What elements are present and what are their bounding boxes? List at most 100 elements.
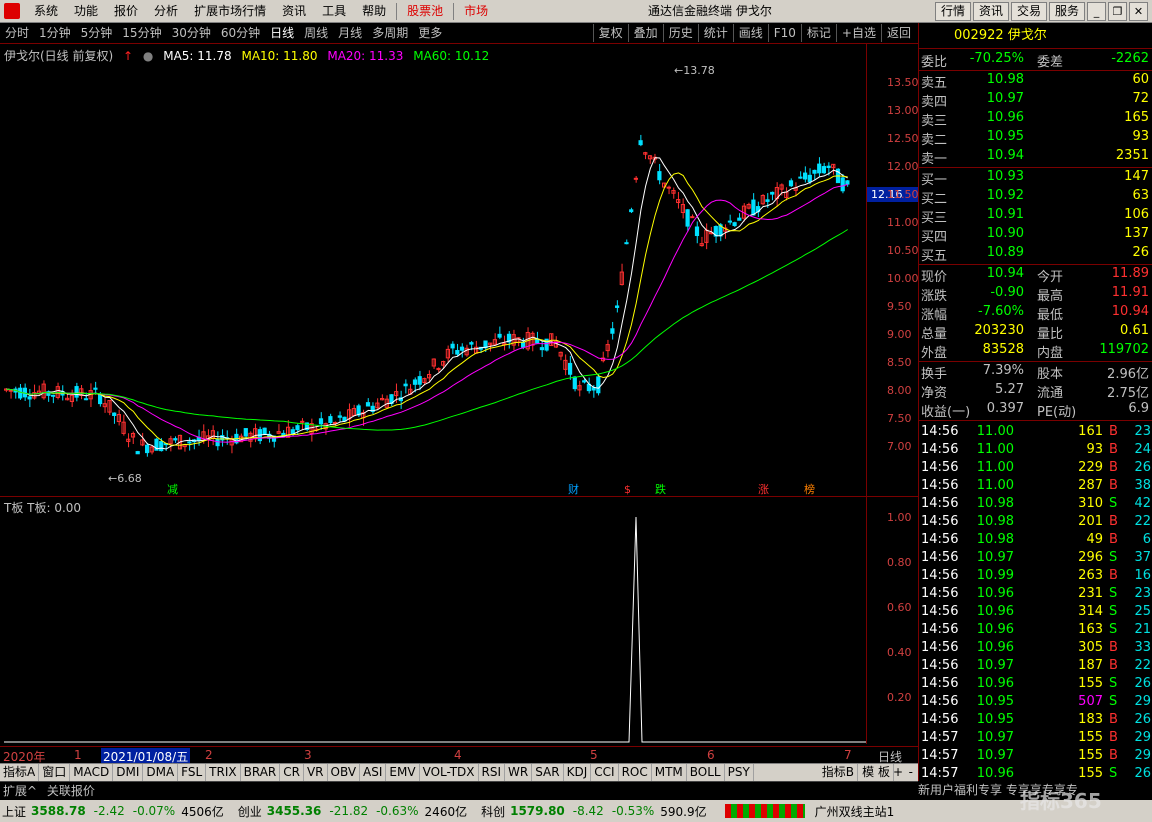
candle-body [821, 166, 826, 174]
indicator-tab[interactable]: ASI [360, 764, 387, 781]
tick-cell: 29 [1134, 694, 1151, 709]
candlestick-chart[interactable]: ←13.78 ←6.68 减 财 $ 跌 涨 榜 [0, 44, 866, 496]
indicator-tab[interactable]: VOL-TDX [420, 764, 479, 781]
period-5min[interactable]: 5分钟 [76, 23, 118, 43]
indicator-tab[interactable]: CCI [591, 764, 619, 781]
price-tick: 13.50 [887, 76, 919, 89]
tool-history[interactable]: 历史 [662, 24, 698, 42]
indicator-tab[interactable]: 窗口 [39, 764, 71, 781]
minimize-icon[interactable]: _ [1087, 2, 1106, 21]
indicator-b-button[interactable]: 指标B [819, 764, 858, 781]
period-60min[interactable]: 60分钟 [216, 23, 265, 43]
tick-cell: 201 [1078, 514, 1103, 529]
quote-cell: 卖四 [921, 95, 948, 110]
cy-index: 3455.36 [266, 804, 322, 818]
related-quote-button[interactable]: 关联报价 [44, 784, 98, 798]
price-tick: 12.50 [887, 132, 919, 145]
dropdown-icon[interactable]: ● [143, 49, 153, 63]
tick-cell: 314 [1078, 604, 1103, 619]
indicator-tab[interactable]: EMV [386, 764, 420, 781]
indicator-tab[interactable]: MTM [652, 764, 687, 781]
btn-news[interactable]: 资讯 [972, 2, 1009, 21]
sub-indicator-chart[interactable] [0, 497, 866, 746]
remove-pane-button[interactable]: - [906, 764, 916, 781]
indicator-tab[interactable]: MACD [70, 764, 114, 781]
tick-cell: 14:56 [921, 496, 959, 511]
period-daily[interactable]: 日线 [265, 23, 299, 43]
indicator-tab[interactable]: SAR [532, 764, 564, 781]
tick-cell: S [1109, 550, 1118, 565]
tool-mark[interactable]: 标记 [800, 24, 836, 42]
tool-f10[interactable]: F10 [767, 24, 801, 42]
quote-cell: 委比 [921, 55, 948, 70]
quote-cell: 137 [1124, 226, 1149, 241]
menu-stock-pool[interactable]: 股票池 [399, 0, 451, 23]
kc-index: 1579.80 [510, 804, 565, 818]
indicator-tab[interactable]: WR [505, 764, 533, 781]
menu-market[interactable]: 市场 [456, 0, 496, 23]
tool-stats[interactable]: 统计 [697, 24, 733, 42]
menu-system[interactable]: 系统 [26, 0, 66, 23]
menu-analysis[interactable]: 分析 [146, 0, 186, 23]
tick-cell: S [1109, 766, 1118, 781]
quote-cell: 10.91 [986, 207, 1024, 222]
add-pane-button[interactable]: + [890, 764, 906, 781]
indicator-tab[interactable]: VR [304, 764, 328, 781]
cy-amount: 2460亿 [424, 804, 468, 819]
indicator-tab[interactable]: BOLL [687, 764, 725, 781]
low-price-label: ←6.68 [108, 472, 142, 485]
expand-button[interactable]: 扩展^ [0, 784, 40, 798]
indicator-tab[interactable]: DMI [113, 764, 144, 781]
period-more[interactable]: 更多 [413, 23, 447, 43]
indicator-tab[interactable]: FSL [178, 764, 207, 781]
menu-ext-market[interactable]: 扩展市场行情 [186, 0, 274, 23]
menu-function[interactable]: 功能 [66, 0, 106, 23]
close-icon[interactable]: ✕ [1129, 2, 1148, 21]
indicator-tab[interactable]: BRAR [241, 764, 281, 781]
menu-quote[interactable]: 报价 [106, 0, 146, 23]
separator [919, 167, 1152, 168]
tool-draw[interactable]: 画线 [732, 24, 768, 42]
quote-cell: 93 [1132, 129, 1149, 144]
menu-tools[interactable]: 工具 [314, 0, 354, 23]
tick-cell: B [1109, 658, 1118, 673]
tool-adjust[interactable]: 复权 [592, 24, 628, 42]
template-button[interactable]: 模 板 [859, 764, 894, 781]
quote-cell: 83528 [982, 342, 1024, 357]
indicator-tab[interactable]: TRIX [206, 764, 241, 781]
server-name[interactable]: 广州双线主站1 [815, 803, 895, 820]
restore-icon[interactable]: ❐ [1108, 2, 1127, 21]
candle-body [629, 209, 634, 213]
candle-body [145, 444, 150, 454]
indicator-tab[interactable]: RSI [479, 764, 506, 781]
period-multi[interactable]: 多周期 [367, 23, 413, 43]
tool-overlay[interactable]: 叠加 [627, 24, 663, 42]
period-tick[interactable]: 分时 [0, 23, 34, 43]
tool-add-watch[interactable]: +自选 [835, 24, 881, 42]
indicator-tab[interactable]: ROC [619, 764, 652, 781]
period-15min[interactable]: 15分钟 [117, 23, 166, 43]
tool-back[interactable]: 返回 [880, 24, 916, 42]
btn-quote[interactable]: 行情 [934, 2, 971, 21]
ma10-line [6, 172, 848, 446]
quote-cell: 卖三 [921, 114, 948, 129]
period-1min[interactable]: 1分钟 [34, 23, 76, 43]
indicator-tab[interactable]: KDJ [564, 764, 592, 781]
tick-row: 14:56 10.99 263 B 16 [919, 568, 1152, 586]
price-tick: 8.50 [887, 356, 912, 369]
indicator-tab[interactable]: 指标A [0, 764, 40, 781]
period-30min[interactable]: 30分钟 [167, 23, 216, 43]
indicator-tab[interactable]: OBV [328, 764, 361, 781]
period-monthly[interactable]: 月线 [333, 23, 367, 43]
indicator-tab[interactable]: PSY [725, 764, 754, 781]
tick-cell: 23 [1134, 586, 1151, 601]
period-weekly[interactable]: 周线 [299, 23, 333, 43]
menu-help[interactable]: 帮助 [354, 0, 394, 23]
candle-body [826, 165, 831, 169]
btn-service[interactable]: 服务 [1048, 2, 1085, 21]
btn-trade[interactable]: 交易 [1010, 2, 1047, 21]
menu-news[interactable]: 资讯 [274, 0, 314, 23]
indicator-tab[interactable]: DMA [143, 764, 179, 781]
indicator-tab[interactable]: CR [280, 764, 304, 781]
quote-cell: 股本 [1037, 367, 1064, 382]
